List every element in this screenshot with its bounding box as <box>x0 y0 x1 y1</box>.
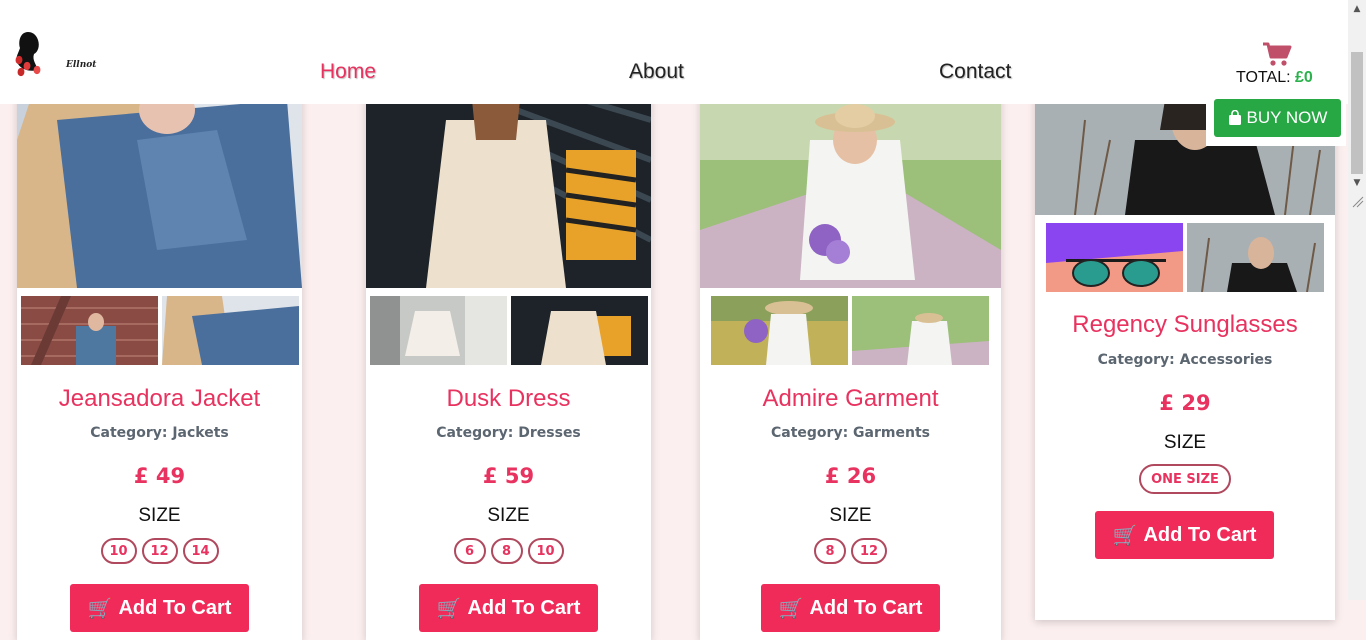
add-to-cart-button[interactable]: 🛒 Add To Cart <box>419 584 598 632</box>
product-main-image[interactable] <box>366 80 651 288</box>
add-to-cart-button[interactable]: 🛒 Add To Cart <box>70 584 249 632</box>
product-category: Category: Accessories <box>1097 352 1273 368</box>
add-to-cart-label: Add To Cart <box>1143 523 1257 546</box>
product-name[interactable]: Admire Garment <box>700 385 1001 413</box>
scroll-down-arrow-icon[interactable]: ▼ <box>1348 174 1366 192</box>
product-category: Category: Garments <box>771 425 930 441</box>
size-option[interactable]: 6 <box>453 538 486 564</box>
size-options: 8 12 <box>700 538 1001 564</box>
product-thumbnail[interactable] <box>21 296 158 365</box>
product-main-image[interactable] <box>17 80 302 288</box>
size-label: SIZE <box>138 505 181 526</box>
size-label: SIZE <box>487 505 530 526</box>
product-main-image[interactable] <box>700 80 1001 288</box>
size-option[interactable]: 10 <box>527 538 564 564</box>
size-options: ONE SIZE <box>1035 464 1335 494</box>
nav-contact[interactable]: Contact <box>939 60 1011 84</box>
product-name[interactable]: Jeansadora Jacket <box>17 385 302 413</box>
shopping-cart-icon[interactable] <box>1262 42 1292 68</box>
size-option[interactable]: 12 <box>851 538 887 564</box>
cart-icon: 🛒 <box>778 597 804 620</box>
product-name[interactable]: Regency Sunglasses <box>1035 311 1335 339</box>
brand-logo[interactable] <box>8 24 108 88</box>
buy-now-button[interactable]: BUY NOW <box>1214 99 1341 137</box>
vertical-scrollbar[interactable]: ▲ ▼ <box>1348 0 1366 600</box>
product-category: Category: Dresses <box>436 425 581 441</box>
size-label: SIZE <box>829 505 872 526</box>
product-thumbnail[interactable] <box>1046 223 1183 292</box>
size-label: SIZE <box>1163 432 1207 453</box>
size-option[interactable]: 14 <box>182 538 219 564</box>
product-name[interactable]: Dusk Dress <box>366 385 651 413</box>
size-option[interactable]: 8 <box>814 538 846 564</box>
product-card: Jeansadora Jacket Category: Jackets £ 49… <box>17 80 302 640</box>
cart-total: TOTAL: £0 <box>1236 69 1313 87</box>
product-category: Category: Jackets <box>90 425 229 441</box>
product-card: Dusk Dress Category: Dresses £ 59 SIZE 6… <box>366 80 651 640</box>
product-thumbnail[interactable] <box>1187 223 1324 292</box>
buy-now-label: BUY NOW <box>1246 108 1328 127</box>
product-price: £ 26 <box>824 464 877 488</box>
add-to-cart-button[interactable]: 🛒 Add To Cart <box>1095 511 1274 559</box>
size-options: 6 8 10 <box>366 538 651 564</box>
size-option[interactable]: 8 <box>490 538 523 564</box>
product-thumbnail[interactable] <box>511 296 648 365</box>
product-price: £ 29 <box>1159 391 1211 415</box>
product-card: Admire Garment Category: Garments £ 26 S… <box>700 80 1001 640</box>
cart-total-label: TOTAL: <box>1236 69 1291 86</box>
size-option[interactable]: 10 <box>100 538 137 564</box>
scroll-up-arrow-icon[interactable]: ▲ <box>1348 0 1366 18</box>
product-thumbnail[interactable] <box>711 296 848 365</box>
size-options: 10 12 14 <box>17 538 302 564</box>
nav-home[interactable]: Home <box>320 60 376 84</box>
shopping-bag-icon <box>1228 110 1241 125</box>
product-thumbnail[interactable] <box>162 296 299 365</box>
scroll-thumb[interactable] <box>1351 52 1363 174</box>
nav-about[interactable]: About <box>629 60 684 84</box>
size-option[interactable]: ONE SIZE <box>1139 464 1231 494</box>
cart-total-value: £0 <box>1294 69 1313 86</box>
product-price: £ 49 <box>133 464 186 488</box>
size-option[interactable]: 12 <box>141 538 178 564</box>
logo-text: Ellnot <box>66 60 97 70</box>
site-header: Ellnot Home About Contact TOTAL: £0 <box>0 0 1348 104</box>
product-price: £ 59 <box>482 464 535 488</box>
cart-icon: 🛒 <box>436 597 462 620</box>
cart-icon: 🛒 <box>87 597 113 620</box>
product-thumbnail[interactable] <box>370 296 507 365</box>
product-thumbnail[interactable] <box>852 296 989 365</box>
resize-grip-icon[interactable] <box>1350 194 1364 208</box>
add-to-cart-button[interactable]: 🛒 Add To Cart <box>761 584 940 632</box>
cart-icon: 🛒 <box>1112 524 1138 547</box>
